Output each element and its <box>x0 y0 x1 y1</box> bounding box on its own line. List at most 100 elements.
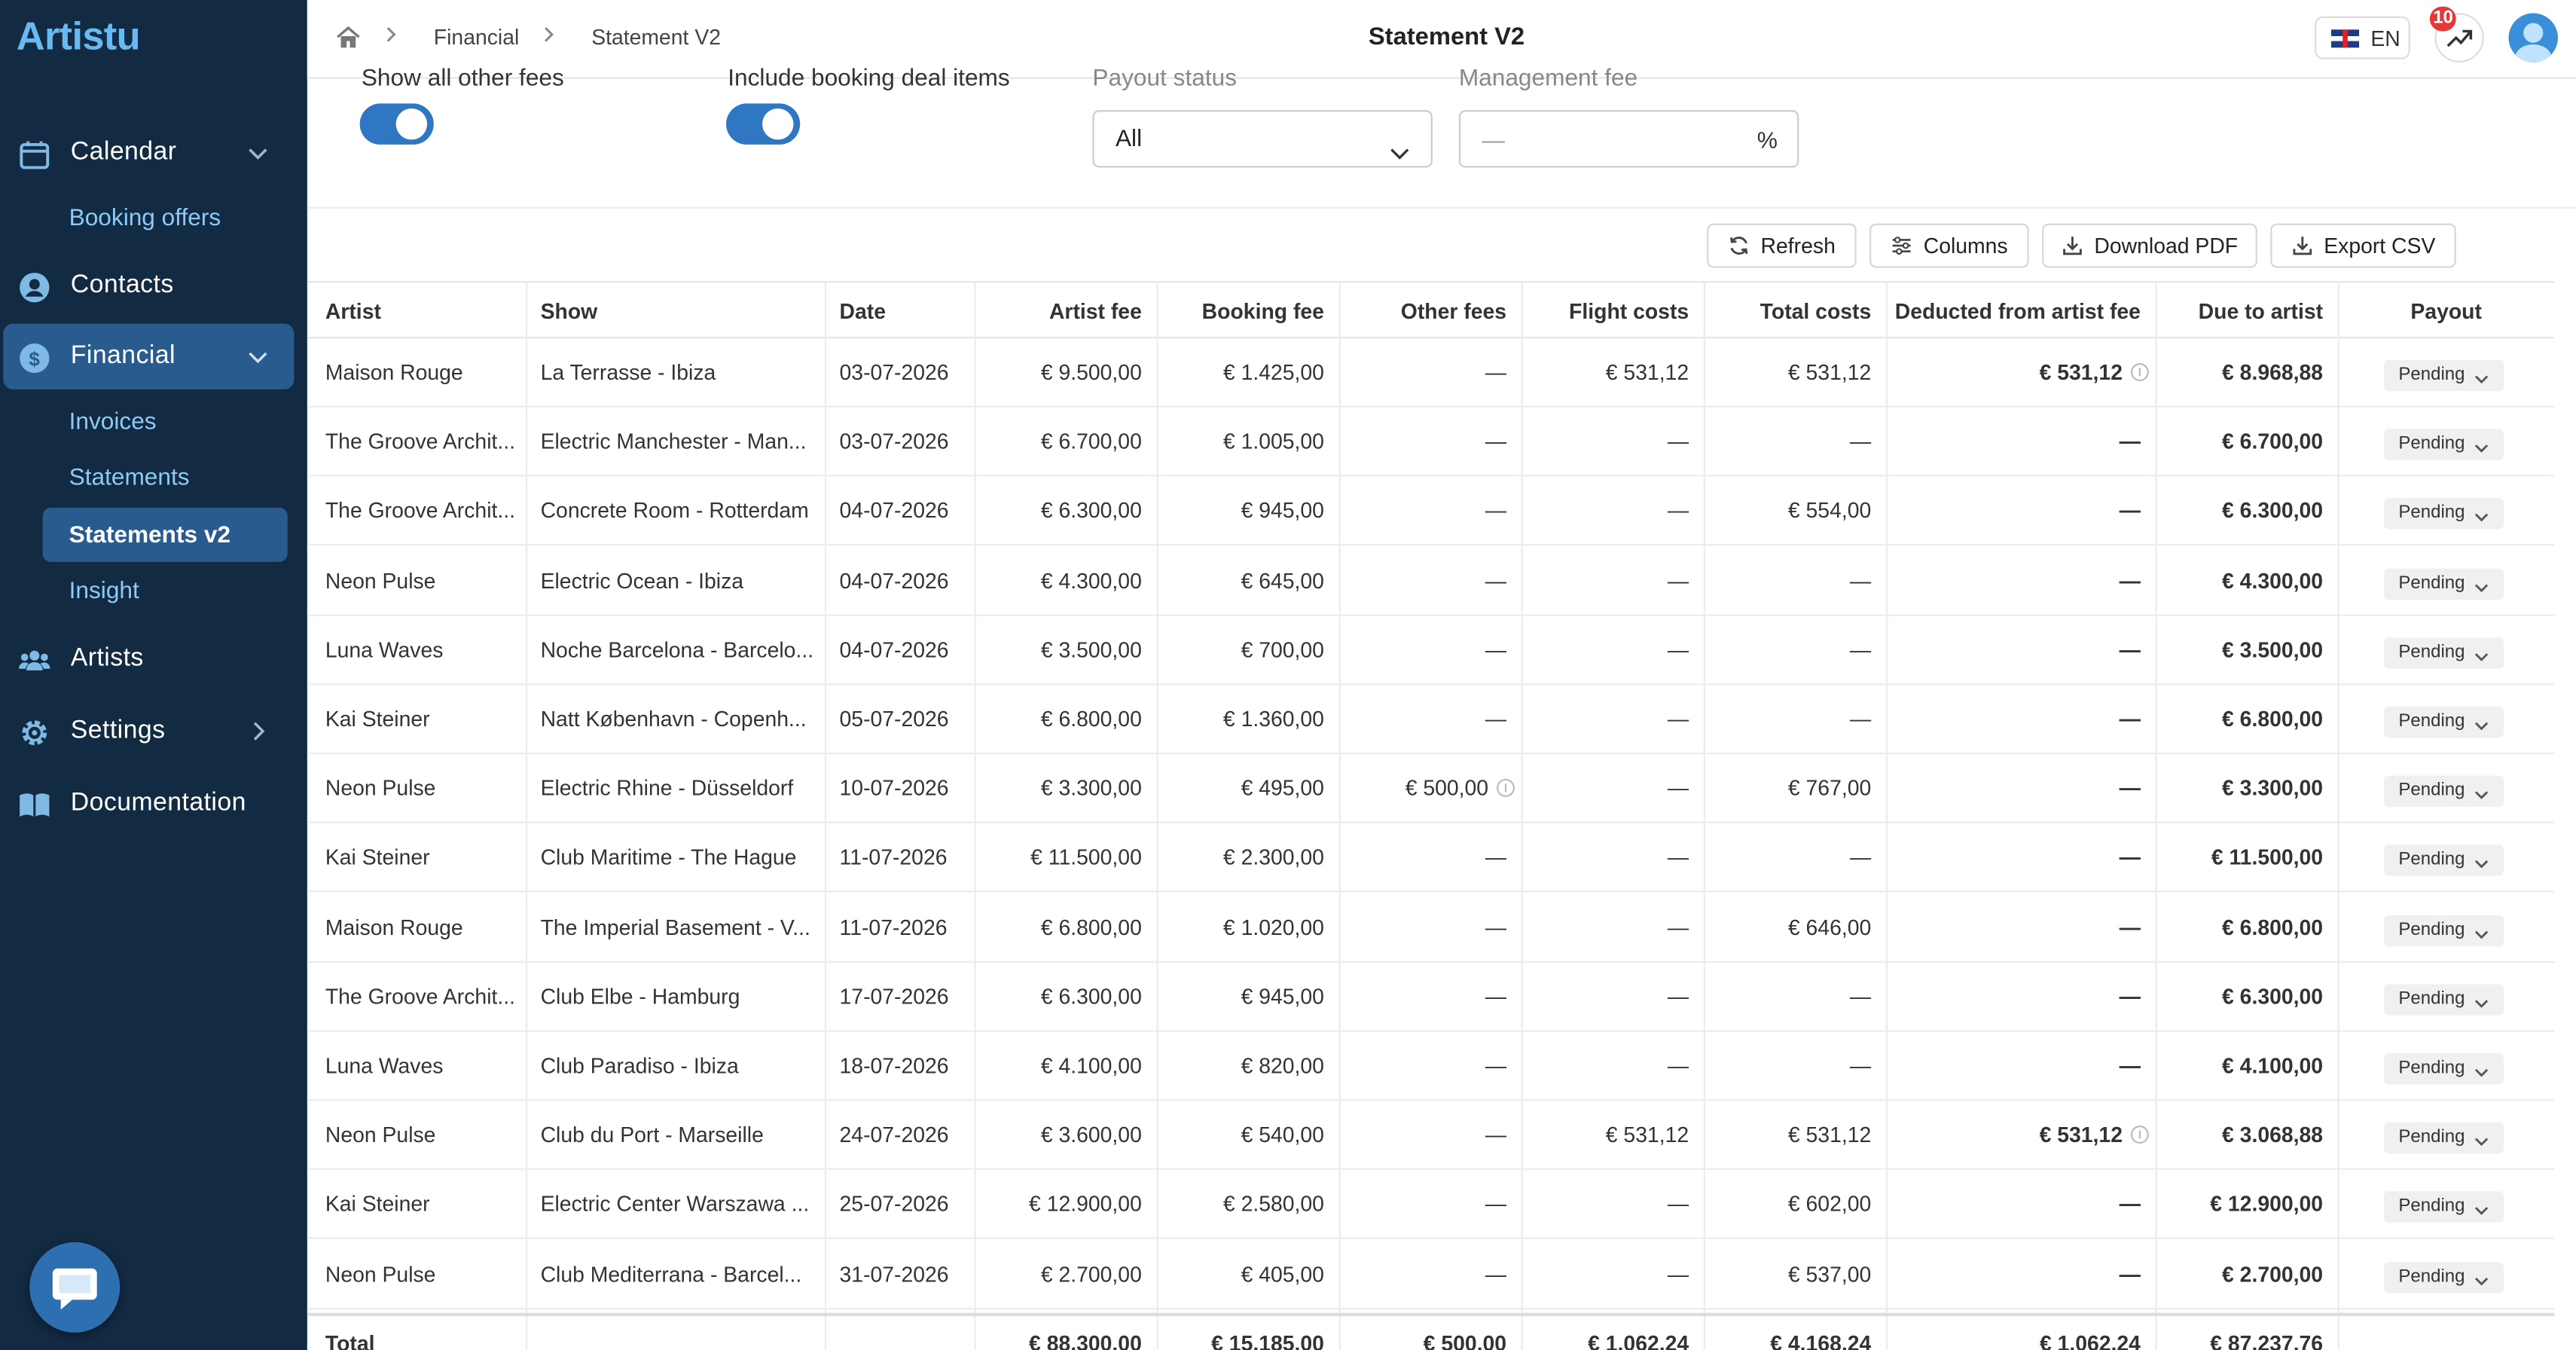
cell-artist[interactable]: Neon Pulse <box>325 1122 436 1147</box>
sidebar-item-documentation[interactable]: Documentation <box>0 771 307 836</box>
cell-artist[interactable]: Neon Pulse <box>325 1261 436 1286</box>
payout-status-dropdown[interactable]: Pending <box>2383 845 2504 877</box>
table-row[interactable]: Kai Steiner Natt København - Copenh... 05-… <box>307 686 2555 755</box>
cell-artist[interactable]: Kai Steiner <box>325 845 430 870</box>
table-row[interactable]: Kai Steiner Electric Center Warszawa ... 2… <box>307 1171 2555 1240</box>
breadcrumb-financial[interactable]: Financial <box>434 25 519 50</box>
cell-artist[interactable]: Luna Waves <box>325 1053 444 1078</box>
column-header-other-fees[interactable]: Other fees <box>1355 299 1506 324</box>
cell-show[interactable]: Electric Manchester - Man... <box>541 429 807 454</box>
payout-status-dropdown[interactable]: Pending <box>2383 637 2504 669</box>
cell-artist[interactable]: Luna Waves <box>325 637 444 662</box>
column-header-due-to-artist[interactable]: Due to artist <box>2172 299 2323 324</box>
cell-artist[interactable]: Neon Pulse <box>325 776 436 801</box>
column-header-deducted[interactable]: Deducted from artist fee <box>1885 299 2141 324</box>
app-logo[interactable]: Artistu <box>17 15 141 61</box>
table-row[interactable]: Neon Pulse Electric Rhine - Düsseldorf 10-… <box>307 755 2555 824</box>
payout-status-dropdown[interactable]: Pending <box>2383 1122 2504 1154</box>
cell-show[interactable]: Natt København - Copenh... <box>541 707 807 732</box>
table-row[interactable]: Maison Rouge The Imperial Basement - V...… <box>307 893 2555 963</box>
cell-artist[interactable]: Maison Rouge <box>325 360 463 385</box>
cell-value: € 6.800,00 <box>2222 914 2324 939</box>
home-icon[interactable] <box>335 25 362 51</box>
cell-show[interactable]: Club du Port - Marseille <box>541 1122 764 1147</box>
cell-show[interactable]: Concrete Room - Rotterdam <box>541 499 809 524</box>
table-row[interactable]: Luna Waves Noche Barcelona - Barcelo... 04… <box>307 615 2555 686</box>
info-icon[interactable] <box>2130 363 2149 382</box>
payout-status-dropdown[interactable]: Pending <box>2383 706 2504 738</box>
table-row[interactable]: Neon Pulse Club Mediterrana - Barcel... 31… <box>307 1240 2555 1309</box>
cell-artist[interactable]: Kai Steiner <box>325 1192 430 1217</box>
columns-button[interactable]: Columns <box>1869 223 2029 268</box>
column-header-date[interactable]: Date <box>840 299 886 324</box>
column-header-flight-costs[interactable]: Flight costs <box>1538 299 1689 324</box>
user-avatar[interactable] <box>2508 13 2558 63</box>
sidebar-item-calendar[interactable]: Calendar <box>0 120 307 185</box>
management-fee-input[interactable]: — % <box>1458 110 1799 168</box>
column-header-artist-fee[interactable]: Artist fee <box>990 299 1142 324</box>
cell-show[interactable]: Club Maritime - The Hague <box>541 845 797 870</box>
sidebar-item-invoices[interactable]: Invoices <box>69 409 157 435</box>
payout-status-dropdown[interactable]: Pending <box>2383 984 2504 1016</box>
payout-status-dropdown[interactable]: Pending <box>2383 775 2504 808</box>
cell-artist[interactable]: The Groove Archit... <box>325 984 515 1009</box>
table-row[interactable]: Neon Pulse Club du Port - Marseille 24-07-… <box>307 1101 2555 1171</box>
payout-status-dropdown[interactable]: Pending <box>2383 498 2504 530</box>
payout-status-dropdown[interactable]: Pending <box>2383 1053 2504 1085</box>
table-row[interactable]: Maison Rouge La Terrasse - Ibiza 03-07-202… <box>307 338 2555 408</box>
sidebar-item-statements[interactable]: Statements <box>69 465 190 491</box>
column-header-booking-fee[interactable]: Booking fee <box>1173 299 1324 324</box>
table-row[interactable]: The Groove Archit... Electric Manchester … <box>307 408 2555 477</box>
sidebar-item-financial[interactable]: $ Financial <box>3 323 295 389</box>
column-header-show[interactable]: Show <box>541 299 598 324</box>
export-csv-button[interactable]: Export CSV <box>2270 223 2456 268</box>
sidebar-item-insight[interactable]: Insight <box>69 579 139 605</box>
breadcrumb-statement-v2[interactable]: Statement V2 <box>591 25 721 50</box>
column-header-total-costs[interactable]: Total costs <box>1720 299 1872 324</box>
language-selector[interactable]: EN <box>2315 16 2410 60</box>
chat-launcher-button[interactable] <box>29 1242 121 1333</box>
cell-show[interactable]: Club Paradiso - Ibiza <box>541 1053 739 1078</box>
cell-show[interactable]: La Terrasse - Ibiza <box>541 360 716 385</box>
cell-value: — <box>1667 984 1689 1009</box>
table-row[interactable]: The Groove Archit... Club Elbe - Hamburg 1… <box>307 963 2555 1032</box>
sidebar-item-settings[interactable]: Settings <box>0 698 307 764</box>
table-row[interactable]: Neon Pulse Electric Ocean - Ibiza 04-07-20… <box>307 546 2555 616</box>
sidebar-item-booking-offers[interactable]: Booking offers <box>69 206 221 232</box>
cell-show[interactable]: Club Elbe - Hamburg <box>541 984 740 1009</box>
cell-due-to-artist: € 2.700,00 <box>2172 1261 2323 1286</box>
column-header-payout[interactable]: Payout <box>2338 299 2555 324</box>
include-booking-toggle[interactable] <box>726 103 801 145</box>
cell-show[interactable]: Electric Center Warszawa ... <box>541 1192 810 1217</box>
payout-status-select[interactable]: All <box>1092 110 1433 168</box>
info-icon[interactable] <box>1496 779 1515 798</box>
refresh-button[interactable]: Refresh <box>1707 223 1857 268</box>
cell-artist[interactable]: Maison Rouge <box>325 915 463 939</box>
payout-status-dropdown[interactable]: Pending <box>2383 429 2504 461</box>
payout-status-dropdown[interactable]: Pending <box>2383 567 2504 600</box>
payout-status-dropdown[interactable]: Pending <box>2383 1261 2504 1293</box>
cell-artist[interactable]: The Groove Archit... <box>325 429 515 454</box>
payout-status-dropdown[interactable]: Pending <box>2383 359 2504 392</box>
cell-artist[interactable]: Kai Steiner <box>325 707 430 732</box>
cell-other-fees: — <box>1355 637 1506 662</box>
show-other-fees-toggle[interactable] <box>359 103 434 145</box>
payout-status-dropdown[interactable]: Pending <box>2383 1192 2504 1223</box>
payout-status-dropdown[interactable]: Pending <box>2383 914 2504 946</box>
sidebar-item-statements-v2[interactable]: Statements v2 <box>69 523 230 549</box>
cell-show[interactable]: Club Mediterrana - Barcel... <box>541 1261 802 1286</box>
sidebar-item-artists[interactable]: Artists <box>0 626 307 692</box>
cell-show[interactable]: The Imperial Basement - V... <box>541 915 810 939</box>
column-header-artist[interactable]: Artist <box>325 299 381 324</box>
table-row[interactable]: The Groove Archit... Concrete Room - Rott… <box>307 477 2555 546</box>
sidebar-item-contacts[interactable]: Contacts <box>0 253 307 319</box>
cell-artist[interactable]: The Groove Archit... <box>325 499 515 524</box>
download-pdf-button[interactable]: Download PDF <box>2042 223 2257 268</box>
info-icon[interactable] <box>2130 1126 2149 1144</box>
cell-show[interactable]: Electric Rhine - Düsseldorf <box>541 776 794 801</box>
cell-artist[interactable]: Neon Pulse <box>325 568 436 593</box>
table-row[interactable]: Kai Steiner Club Maritime - The Hague 11-0… <box>307 824 2555 893</box>
cell-show[interactable]: Electric Ocean - Ibiza <box>541 568 743 593</box>
table-row[interactable]: Luna Waves Club Paradiso - Ibiza 18-07-202… <box>307 1032 2555 1101</box>
cell-show[interactable]: Noche Barcelona - Barcelo... <box>541 637 813 662</box>
